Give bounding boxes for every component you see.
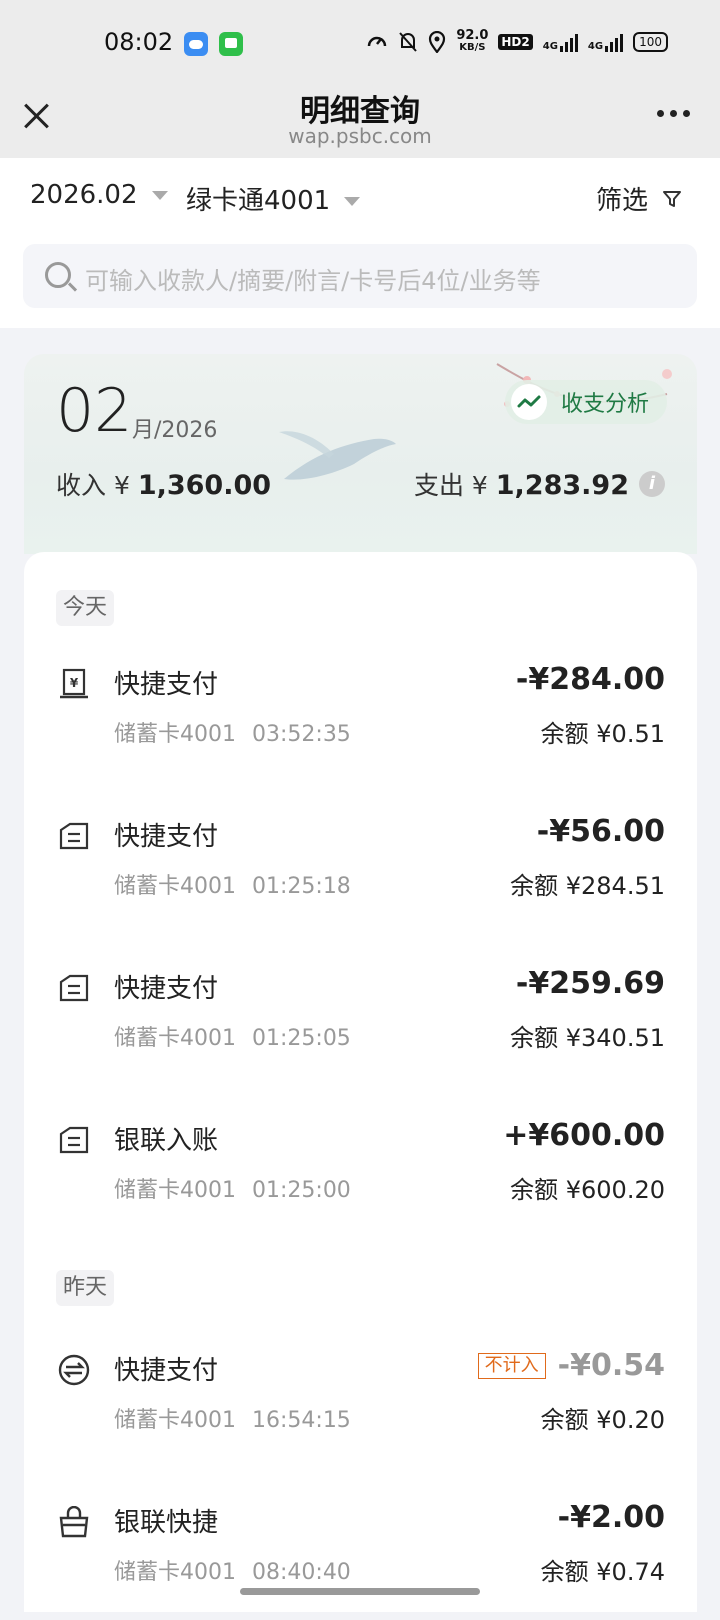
message-app-icon: [219, 32, 243, 56]
card-income-icon: [59, 1126, 89, 1154]
balance: 余额 ¥340.51: [510, 1024, 665, 1052]
transaction-row[interactable]: 快捷支付 储蓄卡4001 01:25:18 -¥56.00 余额 ¥284.51: [24, 814, 697, 934]
transaction-row[interactable]: 银联入账 储蓄卡4001 01:25:00 +¥600.00 余额 ¥600.20: [24, 1118, 697, 1238]
signal-2: 4G: [588, 32, 624, 52]
analysis-button[interactable]: 收支分析: [504, 380, 667, 424]
receipt-icon: ¥: [60, 668, 88, 699]
balance: 余额 ¥600.20: [510, 1176, 665, 1204]
speedometer-icon: [368, 36, 387, 47]
amount: +¥600.00: [503, 1118, 665, 1153]
shopping-bag-icon: [59, 1506, 89, 1538]
transfer-icon: [58, 1354, 90, 1386]
chevron-down-icon: [344, 197, 361, 206]
amount: -¥56.00: [536, 814, 665, 849]
balance: 余额 ¥0.74: [540, 1558, 665, 1586]
summary-month-suffix: 月/2026: [132, 418, 218, 443]
balance: 余额 ¥284.51: [510, 872, 665, 900]
amount: -¥259.69: [515, 966, 665, 1001]
search-placeholder: 可输入收款人/摘要/附言/卡号后4位/业务等: [85, 267, 541, 295]
expense-total: 支出 ¥ 1,283.92 i: [414, 466, 665, 502]
excluded-badge: 不计入: [477, 1352, 546, 1379]
hd-icon: HD2: [498, 34, 533, 50]
card-payment-icon: [59, 974, 89, 1002]
chevron-down-icon: [151, 191, 168, 200]
transaction-row[interactable]: ¥ 快捷支付 储蓄卡4001 03:52:35 -¥284.00 余额 ¥0.51: [24, 662, 697, 782]
swallow-decoration: [279, 431, 396, 480]
search-icon: [45, 262, 71, 288]
amount: -¥284.00: [515, 662, 665, 697]
mute-bell-icon: [399, 32, 418, 52]
month-selector[interactable]: 2026.02: [30, 180, 168, 210]
network-speed: 92.0 KB/S: [456, 28, 489, 53]
transaction-list: 今天 ¥ 快捷支付 储蓄卡4001 03:52:35 -¥284.00 余额 ¥0…: [24, 552, 697, 1612]
transaction-row[interactable]: 快捷支付 储蓄卡4001 01:25:05 -¥259.69 余额 ¥340.51: [24, 966, 697, 1086]
weather-app-icon: [184, 32, 208, 56]
transaction-row[interactable]: 快捷支付 储蓄卡4001 16:54:15 不计入 -¥0.54 余额 ¥0.20: [24, 1348, 697, 1468]
status-icons: 92.0 KB/S HD2 4G 4G 100: [366, 28, 668, 54]
card-selector[interactable]: 绿卡通4001: [186, 180, 361, 217]
summary-month: 02: [56, 376, 133, 446]
page-header: 明细查询 wap.psbc.com: [0, 86, 720, 158]
balance: 余额 ¥0.20: [540, 1406, 665, 1434]
search-input[interactable]: 可输入收款人/摘要/附言/卡号后4位/业务等: [23, 244, 697, 308]
page-url: wap.psbc.com: [288, 124, 432, 148]
amount: 不计入 -¥0.54: [477, 1348, 665, 1383]
income-total: 收入 ¥ 1,360.00: [56, 470, 272, 501]
battery-icon: 100: [633, 32, 668, 52]
status-bar: 08:02 92.0 KB/S HD2 4G 4G 100: [0, 0, 720, 86]
filter-bar: 2026.02 绿卡通4001 筛选 可输入收款人/摘要/附言/卡号后4位/业务…: [0, 158, 720, 328]
filter-button[interactable]: 筛选: [596, 180, 682, 217]
info-icon[interactable]: i: [639, 471, 665, 497]
location-icon: [429, 31, 446, 53]
home-indicator[interactable]: [240, 1588, 480, 1595]
amount: -¥2.00: [557, 1500, 665, 1535]
balance: 余额 ¥0.51: [540, 720, 665, 748]
card-payment-icon: [59, 822, 89, 850]
svg-text:¥: ¥: [70, 676, 79, 690]
status-time: 08:02: [104, 28, 174, 56]
trend-icon: [510, 384, 547, 420]
month-summary-card: 02 月/2026 收支分析 收入 ¥ 1,360.00 支出 ¥ 1,283.…: [24, 354, 697, 554]
funnel-icon: [663, 190, 681, 207]
group-label-yesterday: 昨天: [56, 1270, 114, 1306]
group-label-today: 今天: [56, 590, 114, 626]
signal-1: 4G: [543, 32, 578, 52]
more-icon[interactable]: [657, 110, 690, 117]
transaction-row[interactable]: 银联快捷 储蓄卡4001 08:40:40 -¥2.00 余额 ¥0.74: [24, 1500, 697, 1620]
